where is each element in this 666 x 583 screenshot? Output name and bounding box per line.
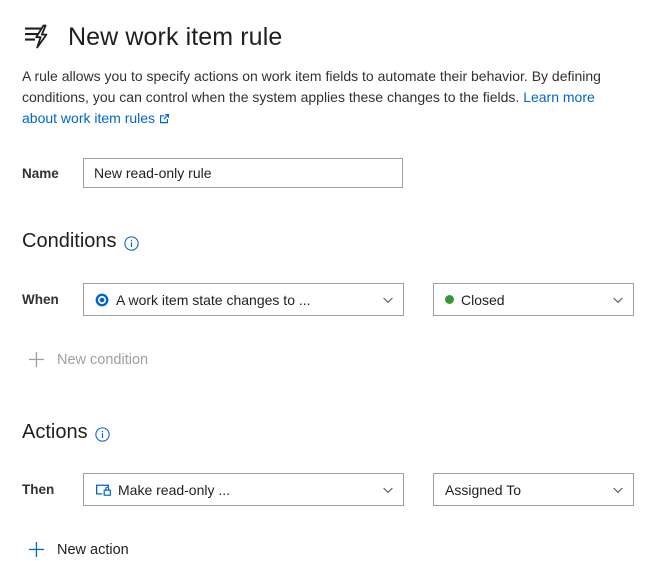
description-body: A rule allows you to specify actions on … xyxy=(22,68,601,105)
actions-section-heading: Actions xyxy=(22,421,110,444)
new-condition-button[interactable]: New condition xyxy=(27,350,148,369)
action-type-value: Make read-only ... xyxy=(118,481,231,498)
actions-heading-text: Actions xyxy=(22,421,88,443)
chevron-down-icon[interactable] xyxy=(611,293,625,307)
name-label: Name xyxy=(22,165,59,181)
plus-icon xyxy=(27,350,46,369)
info-icon[interactable] xyxy=(94,425,110,442)
condition-type-dropdown[interactable]: A work item state changes to ... xyxy=(83,283,404,316)
conditions-section-heading: Conditions xyxy=(22,230,139,253)
rule-name-input[interactable] xyxy=(83,158,403,188)
action-field-value: Assigned To xyxy=(445,481,522,498)
new-condition-label: New condition xyxy=(57,351,149,368)
state-circle-icon xyxy=(95,293,109,307)
name-field-row: Name xyxy=(22,158,403,188)
work-item-rule-lightning-icon xyxy=(22,20,56,54)
then-action-row: Then Make read-only ... Assigned To xyxy=(22,473,634,506)
info-icon[interactable] xyxy=(123,234,139,251)
description-text: A rule allows you to specify actions on … xyxy=(22,66,622,129)
page-header: New work item rule xyxy=(22,20,282,54)
new-action-label: New action xyxy=(57,541,129,558)
page-title: New work item rule xyxy=(68,22,283,51)
plus-icon xyxy=(27,540,46,559)
when-label: When xyxy=(22,292,59,307)
when-condition-row: When A work item state changes to ... Cl… xyxy=(22,283,634,316)
external-link-icon[interactable] xyxy=(159,109,170,124)
action-field-dropdown[interactable]: Assigned To xyxy=(433,473,634,506)
conditions-heading-text: Conditions xyxy=(22,230,117,252)
condition-type-value: A work item state changes to ... xyxy=(116,291,311,308)
green-status-dot-icon xyxy=(445,295,454,304)
then-label: Then xyxy=(22,482,55,497)
condition-value-dropdown[interactable]: Closed xyxy=(433,283,634,316)
make-read-only-lock-icon xyxy=(95,483,111,497)
new-action-button[interactable]: New action xyxy=(27,540,129,559)
chevron-down-icon[interactable] xyxy=(611,483,625,497)
chevron-down-icon[interactable] xyxy=(381,483,395,497)
action-type-dropdown[interactable]: Make read-only ... xyxy=(83,473,404,506)
condition-value-text: Closed xyxy=(461,291,505,308)
chevron-down-icon[interactable] xyxy=(381,293,395,307)
